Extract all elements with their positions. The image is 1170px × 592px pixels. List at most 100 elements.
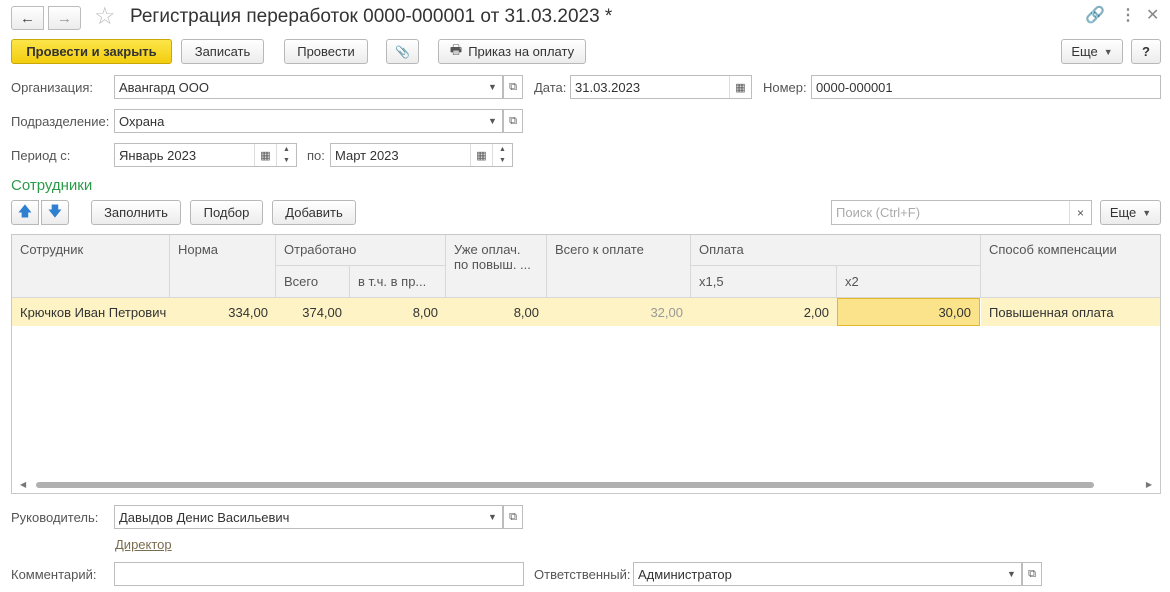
chevron-up-icon[interactable]: ▲ bbox=[493, 144, 512, 155]
arrow-right-icon: → bbox=[57, 9, 72, 27]
save-button[interactable]: Записать bbox=[181, 39, 264, 64]
favorite-star-icon[interactable]: ☆ bbox=[94, 4, 116, 30]
responsible-field[interactable]: Администратор ▼ bbox=[633, 562, 1022, 586]
header-norm[interactable]: Норма bbox=[170, 235, 276, 298]
open-manager-button[interactable]: ⧉ bbox=[503, 505, 523, 529]
employees-section-title: Сотрудники bbox=[11, 177, 93, 194]
header-compensation[interactable]: Способ компенсации bbox=[981, 235, 1160, 298]
forward-button[interactable]: → bbox=[48, 6, 81, 30]
header-already-paid[interactable]: Уже оплач. по повыш. ... bbox=[446, 235, 547, 298]
header-total-to-pay[interactable]: Всего к оплате bbox=[547, 235, 691, 298]
attach-button[interactable]: 📎 bbox=[386, 39, 419, 64]
open-responsible-button[interactable]: ⧉ bbox=[1022, 562, 1042, 586]
more-label: Еще bbox=[1071, 44, 1098, 59]
chevron-down-icon[interactable]: ▼ bbox=[277, 155, 296, 166]
calendar-icon[interactable]: ▦ bbox=[254, 144, 276, 166]
cell-already-paid[interactable]: 8,00 bbox=[446, 298, 547, 326]
cell-employee[interactable]: Крючков Иван Петрович bbox=[12, 298, 170, 326]
link-icon[interactable]: 🔗 bbox=[1085, 6, 1105, 26]
cell-pay-x2[interactable]: 30,00 bbox=[837, 298, 980, 326]
chevron-down-icon[interactable]: ▼ bbox=[1001, 563, 1021, 585]
close-icon[interactable]: ✕ bbox=[1146, 6, 1159, 26]
period-to-label: по: bbox=[307, 148, 325, 163]
period-to-field[interactable]: Март 2023 ▦ ▲ ▼ bbox=[330, 143, 513, 167]
back-button[interactable]: ← bbox=[11, 6, 44, 30]
organization-value: Авангард ООО bbox=[119, 79, 209, 95]
open-organization-button[interactable]: ⧉ bbox=[503, 75, 523, 99]
period-from-field[interactable]: Январь 2023 ▦ ▲ ▼ bbox=[114, 143, 297, 167]
period-from-value: Январь 2023 bbox=[119, 147, 197, 163]
header-worked[interactable]: Отработано bbox=[276, 235, 446, 266]
date-field[interactable]: 31.03.2023 ▦ bbox=[570, 75, 752, 99]
header-payment[interactable]: Оплата bbox=[691, 235, 981, 266]
department-field[interactable]: Охрана ▼ bbox=[114, 109, 503, 133]
add-button[interactable]: Добавить bbox=[272, 200, 356, 225]
cell-pay-x15[interactable]: 2,00 bbox=[691, 298, 837, 326]
paperclip-icon: 📎 bbox=[395, 44, 410, 59]
cell-worked-incl[interactable]: 8,00 bbox=[350, 298, 446, 326]
fill-button[interactable]: Заполнить bbox=[91, 200, 181, 225]
period-from-label: Период с: bbox=[11, 148, 71, 163]
more-actions-icon[interactable]: ⋮ bbox=[1120, 6, 1136, 26]
manager-value: Давыдов Денис Васильевич bbox=[119, 509, 290, 525]
number-label: Номер: bbox=[763, 80, 807, 95]
scrollbar-thumb[interactable] bbox=[36, 482, 1094, 488]
employees-table[interactable]: Сотрудник Норма Отработано Всего в т.ч. … bbox=[11, 234, 1161, 494]
table-more-button[interactable]: Еще ▼ bbox=[1100, 200, 1161, 225]
cell-total-to-pay[interactable]: 32,00 bbox=[547, 298, 691, 326]
chevron-down-icon: ▼ bbox=[1142, 207, 1152, 218]
scroll-right-icon[interactable]: ▶ bbox=[1146, 479, 1152, 491]
open-department-button[interactable]: ⧉ bbox=[503, 109, 523, 133]
pick-button[interactable]: Подбор bbox=[190, 200, 263, 225]
header-worked-total[interactable]: Всего bbox=[276, 266, 350, 298]
open-form-icon: ⧉ bbox=[509, 80, 517, 93]
header-pay-x15[interactable]: x1,5 bbox=[691, 266, 837, 298]
chevron-down-icon[interactable]: ▼ bbox=[482, 506, 502, 528]
chevron-down-icon[interactable]: ▼ bbox=[493, 155, 512, 166]
cell-worked-total[interactable]: 374,00 bbox=[276, 298, 350, 326]
cell-norm[interactable]: 334,00 bbox=[170, 298, 276, 326]
help-button[interactable]: ? bbox=[1131, 39, 1161, 64]
chevron-down-icon[interactable]: ▼ bbox=[482, 76, 502, 98]
organization-label: Организация: bbox=[11, 80, 94, 95]
manager-position-link[interactable]: Директор bbox=[115, 537, 172, 552]
table-more-label: Еще bbox=[1109, 205, 1137, 220]
organization-field[interactable]: Авангард ООО ▼ bbox=[114, 75, 503, 99]
period-from-stepper[interactable]: ▲ ▼ bbox=[276, 144, 296, 166]
cell-compensation[interactable]: Повышенная оплата bbox=[981, 298, 1160, 326]
comment-label: Комментарий: bbox=[11, 567, 97, 582]
arrow-left-icon: ← bbox=[20, 9, 35, 27]
comment-field[interactable] bbox=[114, 562, 524, 586]
responsible-value: Администратор bbox=[638, 566, 732, 582]
scroll-left-icon[interactable]: ◀ bbox=[20, 479, 26, 491]
department-value: Охрана bbox=[119, 113, 165, 129]
table-search[interactable]: × bbox=[831, 200, 1092, 225]
date-label: Дата: bbox=[534, 80, 567, 95]
number-field[interactable]: 0000-000001 bbox=[811, 75, 1161, 99]
header-employee[interactable]: Сотрудник bbox=[12, 235, 170, 298]
arrow-up-icon: 🡅 bbox=[17, 202, 33, 219]
header-pay-x2[interactable]: x2 bbox=[837, 266, 981, 298]
chevron-down-icon[interactable]: ▼ bbox=[482, 110, 502, 132]
calendar-icon[interactable]: ▦ bbox=[470, 144, 492, 166]
period-to-stepper[interactable]: ▲ ▼ bbox=[492, 144, 512, 166]
search-input[interactable] bbox=[832, 201, 1069, 224]
calendar-icon[interactable]: ▦ bbox=[729, 76, 751, 98]
number-value: 0000-000001 bbox=[816, 79, 893, 95]
arrow-down-icon: 🡇 bbox=[47, 202, 63, 219]
post-and-close-button[interactable]: Провести и закрыть bbox=[11, 39, 172, 64]
chevron-up-icon[interactable]: ▲ bbox=[277, 144, 296, 155]
manager-label: Руководитель: bbox=[11, 510, 99, 525]
open-form-icon: ⧉ bbox=[509, 114, 517, 127]
clear-search-icon[interactable]: × bbox=[1069, 201, 1091, 224]
move-up-button[interactable]: 🡅 bbox=[11, 200, 39, 225]
manager-field[interactable]: Давыдов Денис Васильевич ▼ bbox=[114, 505, 503, 529]
post-button[interactable]: Провести bbox=[284, 39, 368, 64]
payment-order-button[interactable]: 🖶 Приказ на оплату bbox=[438, 39, 586, 64]
header-worked-incl[interactable]: в т.ч. в пр... bbox=[350, 266, 446, 298]
chevron-down-icon: ▼ bbox=[1103, 46, 1113, 57]
period-to-value: Март 2023 bbox=[335, 147, 399, 163]
move-down-button[interactable]: 🡇 bbox=[41, 200, 69, 225]
more-button[interactable]: Еще ▼ bbox=[1061, 39, 1123, 64]
horizontal-scrollbar[interactable]: ◀ ▶ bbox=[12, 479, 1160, 491]
